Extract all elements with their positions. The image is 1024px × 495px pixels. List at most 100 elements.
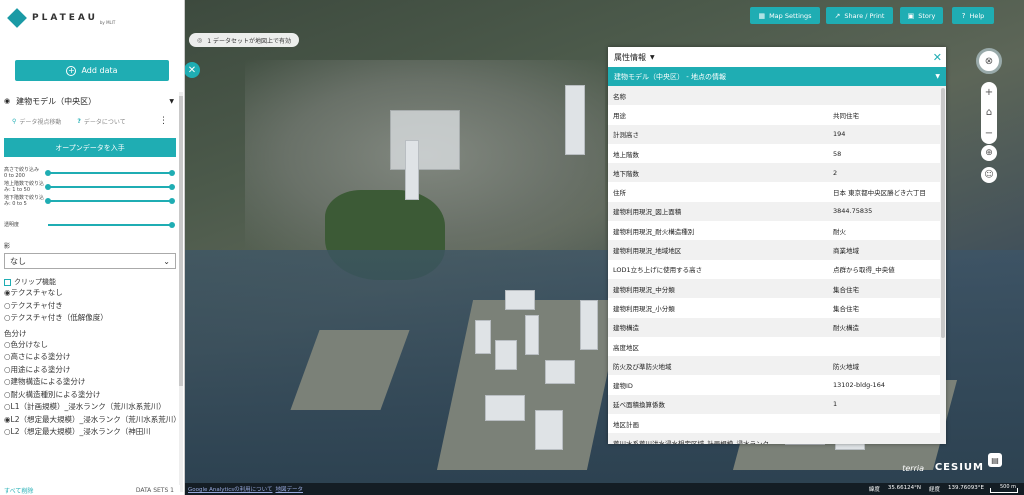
attribute-value: 防火地域 [828,356,940,376]
more-options-icon[interactable]: ⋮ [159,116,168,126]
story-button[interactable]: ▣ Story [900,7,943,24]
close-panel-icon[interactable]: ✕ [933,51,942,64]
plateau-logo-icon [7,7,27,28]
map-settings-button[interactable]: ▦ Map Settings [750,7,820,24]
attribute-key: 計測高さ [608,124,828,144]
building-3d [580,300,598,350]
close-icon: ✕ [187,64,197,76]
building-3d [545,360,575,384]
building-3d [535,410,563,450]
shadow-select[interactable]: なし ⌄ [4,253,176,269]
attribute-row: 建物利用現況_地域地区 商業地域 [608,240,940,260]
slider-handle-max[interactable] [169,170,175,176]
my-location-button[interactable]: ⊕ [981,145,997,161]
attribute-row: 地上階数 58 [608,143,940,164]
building-3d [565,85,585,155]
attribute-key: 高度地区 [608,336,828,357]
cesium-logo[interactable]: CESIUM [935,462,984,473]
building-3d [485,395,525,421]
panel-header[interactable]: 属性情報 ▼ ✕ [608,47,946,67]
panel-title: 属性情報 [614,52,646,62]
height-filter-slider[interactable]: 高さで絞り込み 0 to 200 [4,167,180,181]
share-print-button[interactable]: ↗ Share / Print [826,7,893,24]
about-data-link[interactable]: データについて [84,117,126,126]
app-logo[interactable]: PLATEAU by MLIT [0,0,184,35]
attribute-row: 荒川水系荒川洪水浸水想定区域_計画規模_浸水ランク [608,433,940,444]
zoom-to-data-link[interactable]: データ視点移動 [19,117,61,126]
attribute-row: 建物ID 13102-bldg-164 [608,375,940,395]
texture-radio[interactable]: ○テクスチャ付き（低解像度） [4,312,180,325]
location-pin-icon: ⚲ [12,117,17,125]
texture-radio[interactable]: ○テクスチャ付き [4,300,180,313]
feature-info-panel: 属性情報 ▼ ✕ 建物モデル（中央区） - 地点の情報 ▼ 名称 用途 共同住宅 計測… [608,47,946,444]
slider-handle-min[interactable] [45,198,51,204]
color-radio[interactable]: ○色分けなし [4,339,180,352]
attribute-row: 地区計画 [608,414,940,434]
floors-below-filter-slider[interactable]: 地下階数で絞り込み: 0 to 5 [4,195,180,209]
attribute-key: 地上階数 [608,143,828,164]
color-radio[interactable]: ○高さによる塗分け [4,351,180,364]
compass-control[interactable]: ⊗ [976,48,1002,74]
attribute-value: 点群から取得_中央値 [828,259,940,279]
ga-link[interactable]: Google Analyticsの利用について [188,485,272,493]
slider-handle-min[interactable] [45,184,51,190]
attribute-row: 住所 日本 東京都中央区勝どき六丁目 [608,182,940,202]
person-icon: ☺ [984,170,994,180]
feedback-button[interactable]: ▤ [988,453,1002,467]
attribute-value [828,86,940,106]
compass-icon: ⊗ [984,55,994,67]
slider-handle-min[interactable] [45,170,51,176]
attribute-row: LOD1立ち上げに使用する高さ 点群から取得_中央値 [608,259,940,279]
eye-icon[interactable]: ◉ [4,97,10,105]
attribute-key: 建物利用現況_小分類 [608,298,828,318]
color-radio[interactable]: ○用途による塗分け [4,364,180,377]
color-radio[interactable]: ○L2（想定最大規模）_浸水ランク（神田川 [4,426,180,439]
sidebar-scrollbar[interactable] [179,92,183,492]
feature-section-header[interactable]: 建物モデル（中央区） - 地点の情報 ▼ [608,67,946,86]
pedestrian-mode-button[interactable]: ☺ [981,167,997,183]
workbench-item-links: ⚲ データ視点移動 ? データについて ⋮ [0,112,180,130]
story-icon: ▣ [907,11,915,20]
map-data-link[interactable]: 地図データ [275,485,303,493]
attribute-row: 延べ面積換算係数 1 [608,394,940,415]
slider-handle-max[interactable] [169,198,175,204]
attribute-key: 延べ面積換算係数 [608,394,828,415]
attribute-row: 建物構造 耐火構造 [608,317,940,337]
workbench-item-header[interactable]: ◉ 建物モデル（中央区） ▼ [0,92,180,110]
zoom-controls: + ⌂ − [981,82,997,144]
texture-radio[interactable]: ◉テクスチャなし [4,287,180,300]
zoom-in-icon[interactable]: + [985,87,993,98]
attribute-row: 建物利用現況_図上面積 3844.75835 [608,201,940,222]
add-data-button[interactable]: + Add data [15,60,169,81]
home-icon[interactable]: ⌂ [986,107,992,118]
map-status-bar: Google Analyticsの利用について 地図データ 緯度 35.6612… [185,483,1024,495]
opacity-handle[interactable] [169,222,175,228]
opacity-slider[interactable]: 透明度 [4,219,180,233]
remove-all-link[interactable]: すべて削除 [4,486,33,495]
attribute-value [828,414,940,434]
color-radio[interactable]: ○L1（計画規模）_浸水ランク（荒川水系荒川） [4,401,180,414]
attribute-value: 耐火 [828,221,940,241]
attribute-value: 2 [828,163,940,183]
clip-checkbox[interactable]: クリップ機能 [4,277,180,287]
attribute-key: 建物構造 [608,317,828,337]
active-dataset-pill[interactable]: ◎ 1 データセットが地図上で有効 [189,33,299,47]
slider-handle-max[interactable] [169,184,175,190]
color-radio[interactable]: ○建物構造による塗分け [4,376,180,389]
zoom-out-icon[interactable]: − [985,128,993,139]
collapse-sidebar-button[interactable]: ✕ [185,62,200,78]
attribute-key: 建物利用現況_地域地区 [608,240,828,260]
attribute-value: 集合住宅 [828,298,940,318]
attribute-row: 建物利用現況_中分類 集合住宅 [608,278,940,299]
get-open-data-button[interactable]: オープンデータを入手 [4,138,176,157]
terria-logo[interactable]: terria [902,464,924,473]
floors-above-filter-slider[interactable]: 地上階数で絞り込み: 1 to 50 [4,181,180,195]
chevron-down-icon[interactable]: ▼ [169,98,174,105]
color-radio[interactable]: ○耐火構造種別による塗分け [4,389,180,402]
panel-scrollbar[interactable] [940,86,946,444]
color-radio[interactable]: ◉L2（想定最大規模）_浸水ランク（荒川水系荒川） [4,414,181,427]
dataset-count: DATA SETS 1 [135,486,174,494]
attribute-key: 防火及び準防火地域 [608,356,828,376]
help-button[interactable]: ? Help [952,7,994,24]
checkbox-icon[interactable] [4,278,11,286]
